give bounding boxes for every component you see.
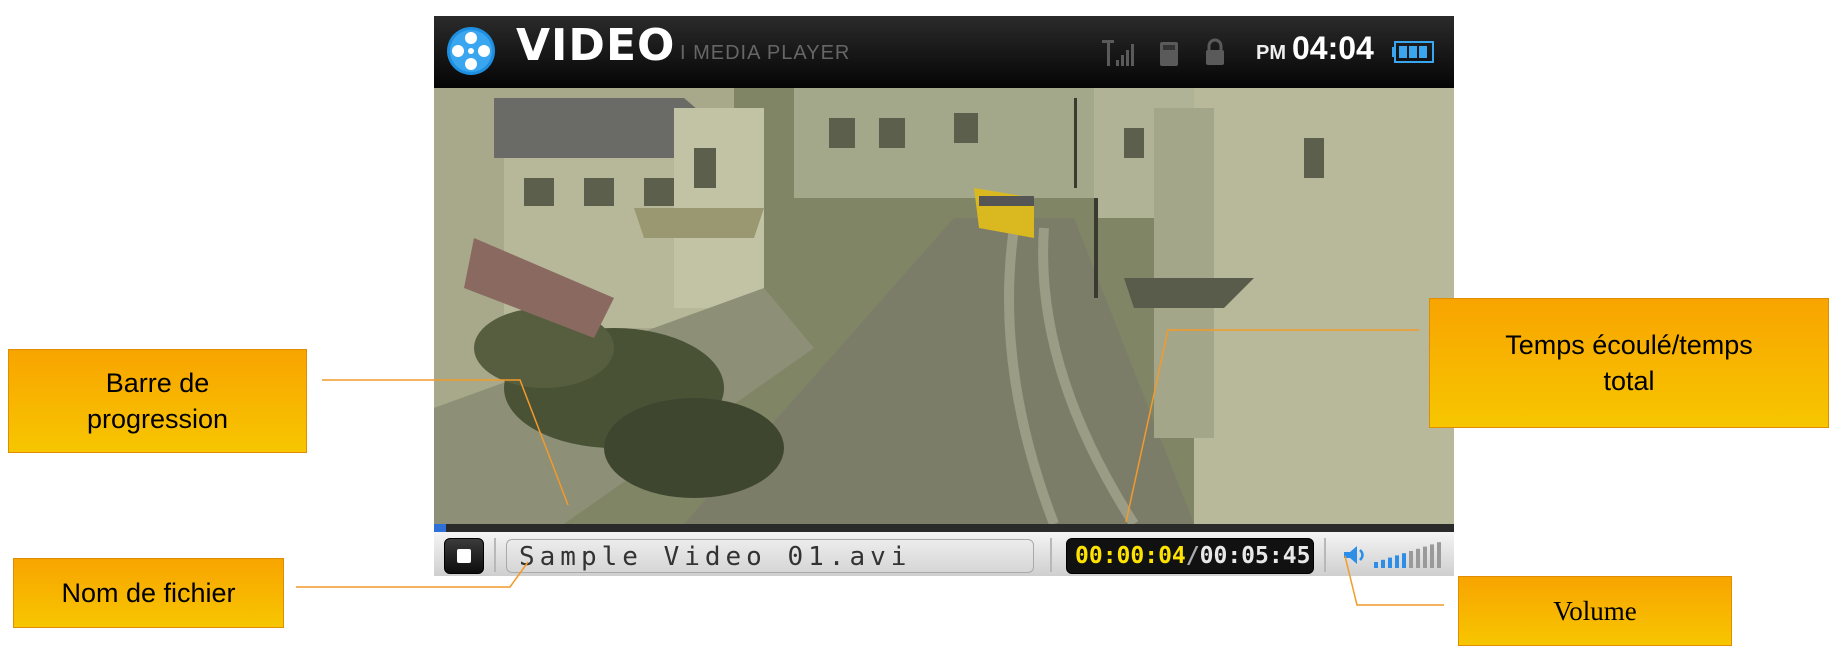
control-bar: Sample Video 01.avi 00:00:04/00:05:45: [434, 532, 1454, 576]
top-bar: VIDEO I MEDIA PLAYER PM 04:04: [434, 16, 1454, 88]
volume-bar: [1409, 551, 1413, 568]
film-reel-icon: [447, 27, 495, 75]
stop-button[interactable]: [444, 538, 484, 574]
app-title: VIDEO: [516, 20, 676, 71]
volume-bar: [1416, 548, 1420, 568]
elapsed-time: 00:00:04: [1075, 543, 1186, 569]
app-subtitle: I MEDIA PLAYER: [680, 42, 851, 64]
volume-bar: [1430, 544, 1434, 568]
total-time: 00:05:45: [1199, 543, 1311, 569]
callout-progress-line2: progression: [86, 404, 229, 434]
volume-bar: [1395, 555, 1399, 568]
volume-bar: [1388, 557, 1392, 568]
callout-progress-bar: Barre de progression: [8, 349, 307, 453]
clock-time: 04:04: [1292, 30, 1374, 66]
callout-volume-text: Volume: [1553, 596, 1637, 626]
divider: [494, 538, 496, 572]
time-text: 00:00:04/00:05:45: [1075, 543, 1310, 569]
video-player: VIDEO I MEDIA PLAYER PM 04:04 Sample Vid…: [434, 16, 1454, 576]
speaker-icon[interactable]: [1342, 544, 1368, 566]
video-content: [434, 88, 1454, 524]
sd-card-icon: [1160, 42, 1178, 66]
callout-time: Temps écoulé/temps total: [1429, 298, 1829, 428]
filename-text: Sample Video 01.avi: [519, 542, 912, 572]
filename-display: Sample Video 01.avi: [506, 539, 1034, 573]
clock-ampm: PM: [1256, 42, 1286, 64]
lock-icon: [1206, 38, 1224, 65]
callout-filename: Nom de fichier: [13, 558, 284, 628]
time-display: 00:00:04/00:05:45: [1066, 538, 1314, 574]
status-icons: [1102, 38, 1224, 66]
video-frame[interactable]: [434, 88, 1454, 524]
volume-bar: [1402, 553, 1406, 568]
divider: [1050, 538, 1052, 572]
stop-icon: [457, 549, 471, 563]
volume-bar: [1381, 559, 1385, 568]
volume-bar: [1374, 562, 1378, 568]
callout-time-line1: Temps écoulé/temps: [1505, 330, 1753, 360]
time-separator: /: [1185, 543, 1200, 569]
progress-bar[interactable]: [434, 524, 1454, 532]
volume-level[interactable]: [1374, 540, 1444, 570]
callout-volume: Volume: [1458, 576, 1732, 646]
signal-strength-icon: [1102, 40, 1134, 66]
volume-bar: [1423, 546, 1427, 568]
callout-filename-text: Nom de fichier: [61, 578, 236, 608]
progress-fill: [434, 524, 447, 532]
volume-bar: [1437, 542, 1441, 568]
callout-progress-line1: Barre de: [105, 368, 210, 398]
battery-icon: [1392, 41, 1434, 63]
divider: [1324, 538, 1326, 572]
callout-time-line2: total: [1603, 366, 1655, 396]
